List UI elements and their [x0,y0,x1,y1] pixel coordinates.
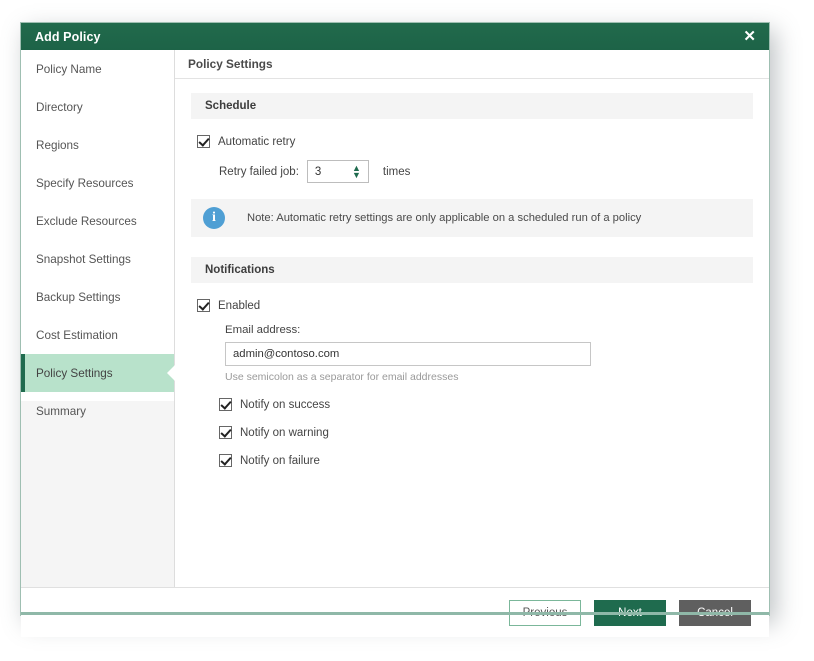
section-header-schedule: Schedule [191,93,753,119]
retry-count-value: 3 [314,165,322,178]
dialog-bottom-accent [21,612,769,615]
notifications-enabled-label: Enabled [218,299,261,312]
dialog-title: Add Policy [35,29,101,44]
sidebar-item-summary[interactable]: Summary [21,392,174,430]
notify-on-warning-label: Notify on warning [240,426,329,439]
email-address-input[interactable]: admin@contoso.com [225,342,591,366]
automatic-retry-label: Automatic retry [218,135,296,148]
add-policy-dialog: Add Policy ✕ Policy Name Directory Regio… [20,22,770,637]
retry-note-text: Note: Automatic retry settings are only … [247,212,642,224]
sidebar-item-directory[interactable]: Directory [21,88,174,126]
notify-on-failure-checkbox[interactable] [219,454,232,467]
info-icon: i [203,207,225,229]
retry-count-row: Retry failed job: 3 ▲ ▼ times [197,160,753,183]
sidebar-item-label: Cost Estimation [36,328,118,342]
section-header-notifications: Notifications [191,257,753,283]
close-icon[interactable]: ✕ [740,27,759,46]
notify-on-failure-row[interactable]: Notify on failure [197,454,753,467]
sidebar-item-label: Summary [36,404,87,418]
email-hint-text: Use semicolon as a separator for email a… [225,371,459,383]
wizard-sidebar: Policy Name Directory Regions Specify Re… [21,50,175,587]
retry-failed-job-label: Retry failed job: [219,165,299,178]
sidebar-item-label: Snapshot Settings [36,252,131,266]
sidebar-item-snapshot-settings[interactable]: Snapshot Settings [21,240,174,278]
notifications-fields: Enabled Email address: admin@contoso.com… [191,283,753,467]
page-title: Policy Settings [175,50,769,79]
sidebar-item-policy-settings[interactable]: Policy Settings [21,354,175,392]
email-address-label: Email address: [225,324,301,336]
notifications-enabled-row[interactable]: Enabled [197,299,753,312]
sidebar-item-label: Regions [36,138,79,152]
sidebar-item-label: Policy Name [36,62,102,76]
sidebar-item-label: Directory [36,100,83,114]
stepper-arrows[interactable]: ▲ ▼ [352,163,361,179]
sidebar-item-specify-resources[interactable]: Specify Resources [21,164,174,202]
sidebar-item-label: Policy Settings [36,366,113,380]
notify-on-success-row[interactable]: Notify on success [197,398,753,411]
sidebar-item-label: Backup Settings [36,290,121,304]
sidebar-item-label: Specify Resources [36,176,134,190]
chevron-down-icon[interactable]: ▼ [352,170,361,179]
notify-on-success-label: Notify on success [240,398,331,411]
notify-on-warning-row[interactable]: Notify on warning [197,426,753,439]
sidebar-item-exclude-resources[interactable]: Exclude Resources [21,202,174,240]
notify-on-warning-checkbox[interactable] [219,426,232,439]
content-scroll-area: Schedule Automatic retry Retry failed jo… [175,79,769,587]
sidebar-item-label: Exclude Resources [36,214,137,228]
retry-note-box: i Note: Automatic retry settings are onl… [191,199,753,237]
times-label: times [382,165,411,178]
wizard-step-list: Policy Name Directory Regions Specify Re… [21,50,175,430]
dialog-body: Policy Name Directory Regions Specify Re… [21,50,769,587]
screen: Add Policy ✕ Policy Name Directory Regio… [0,0,814,661]
active-step-notch-icon [167,365,175,381]
retry-count-stepper[interactable]: 3 ▲ ▼ [306,160,369,183]
notify-on-failure-label: Notify on failure [240,454,320,467]
schedule-fields: Automatic retry Retry failed job: 3 ▲ ▼ [191,119,753,183]
automatic-retry-checkbox[interactable] [197,135,210,148]
notify-on-success-checkbox[interactable] [219,398,232,411]
sidebar-item-backup-settings[interactable]: Backup Settings [21,278,174,316]
dialog-titlebar: Add Policy ✕ [21,23,769,50]
notifications-enabled-checkbox[interactable] [197,299,210,312]
sidebar-item-regions[interactable]: Regions [21,126,174,164]
content-pane: Policy Settings Schedule Automatic retry… [175,50,769,587]
sidebar-item-policy-name[interactable]: Policy Name [21,50,174,88]
automatic-retry-row[interactable]: Automatic retry [197,135,753,148]
sidebar-item-cost-estimation[interactable]: Cost Estimation [21,316,174,354]
